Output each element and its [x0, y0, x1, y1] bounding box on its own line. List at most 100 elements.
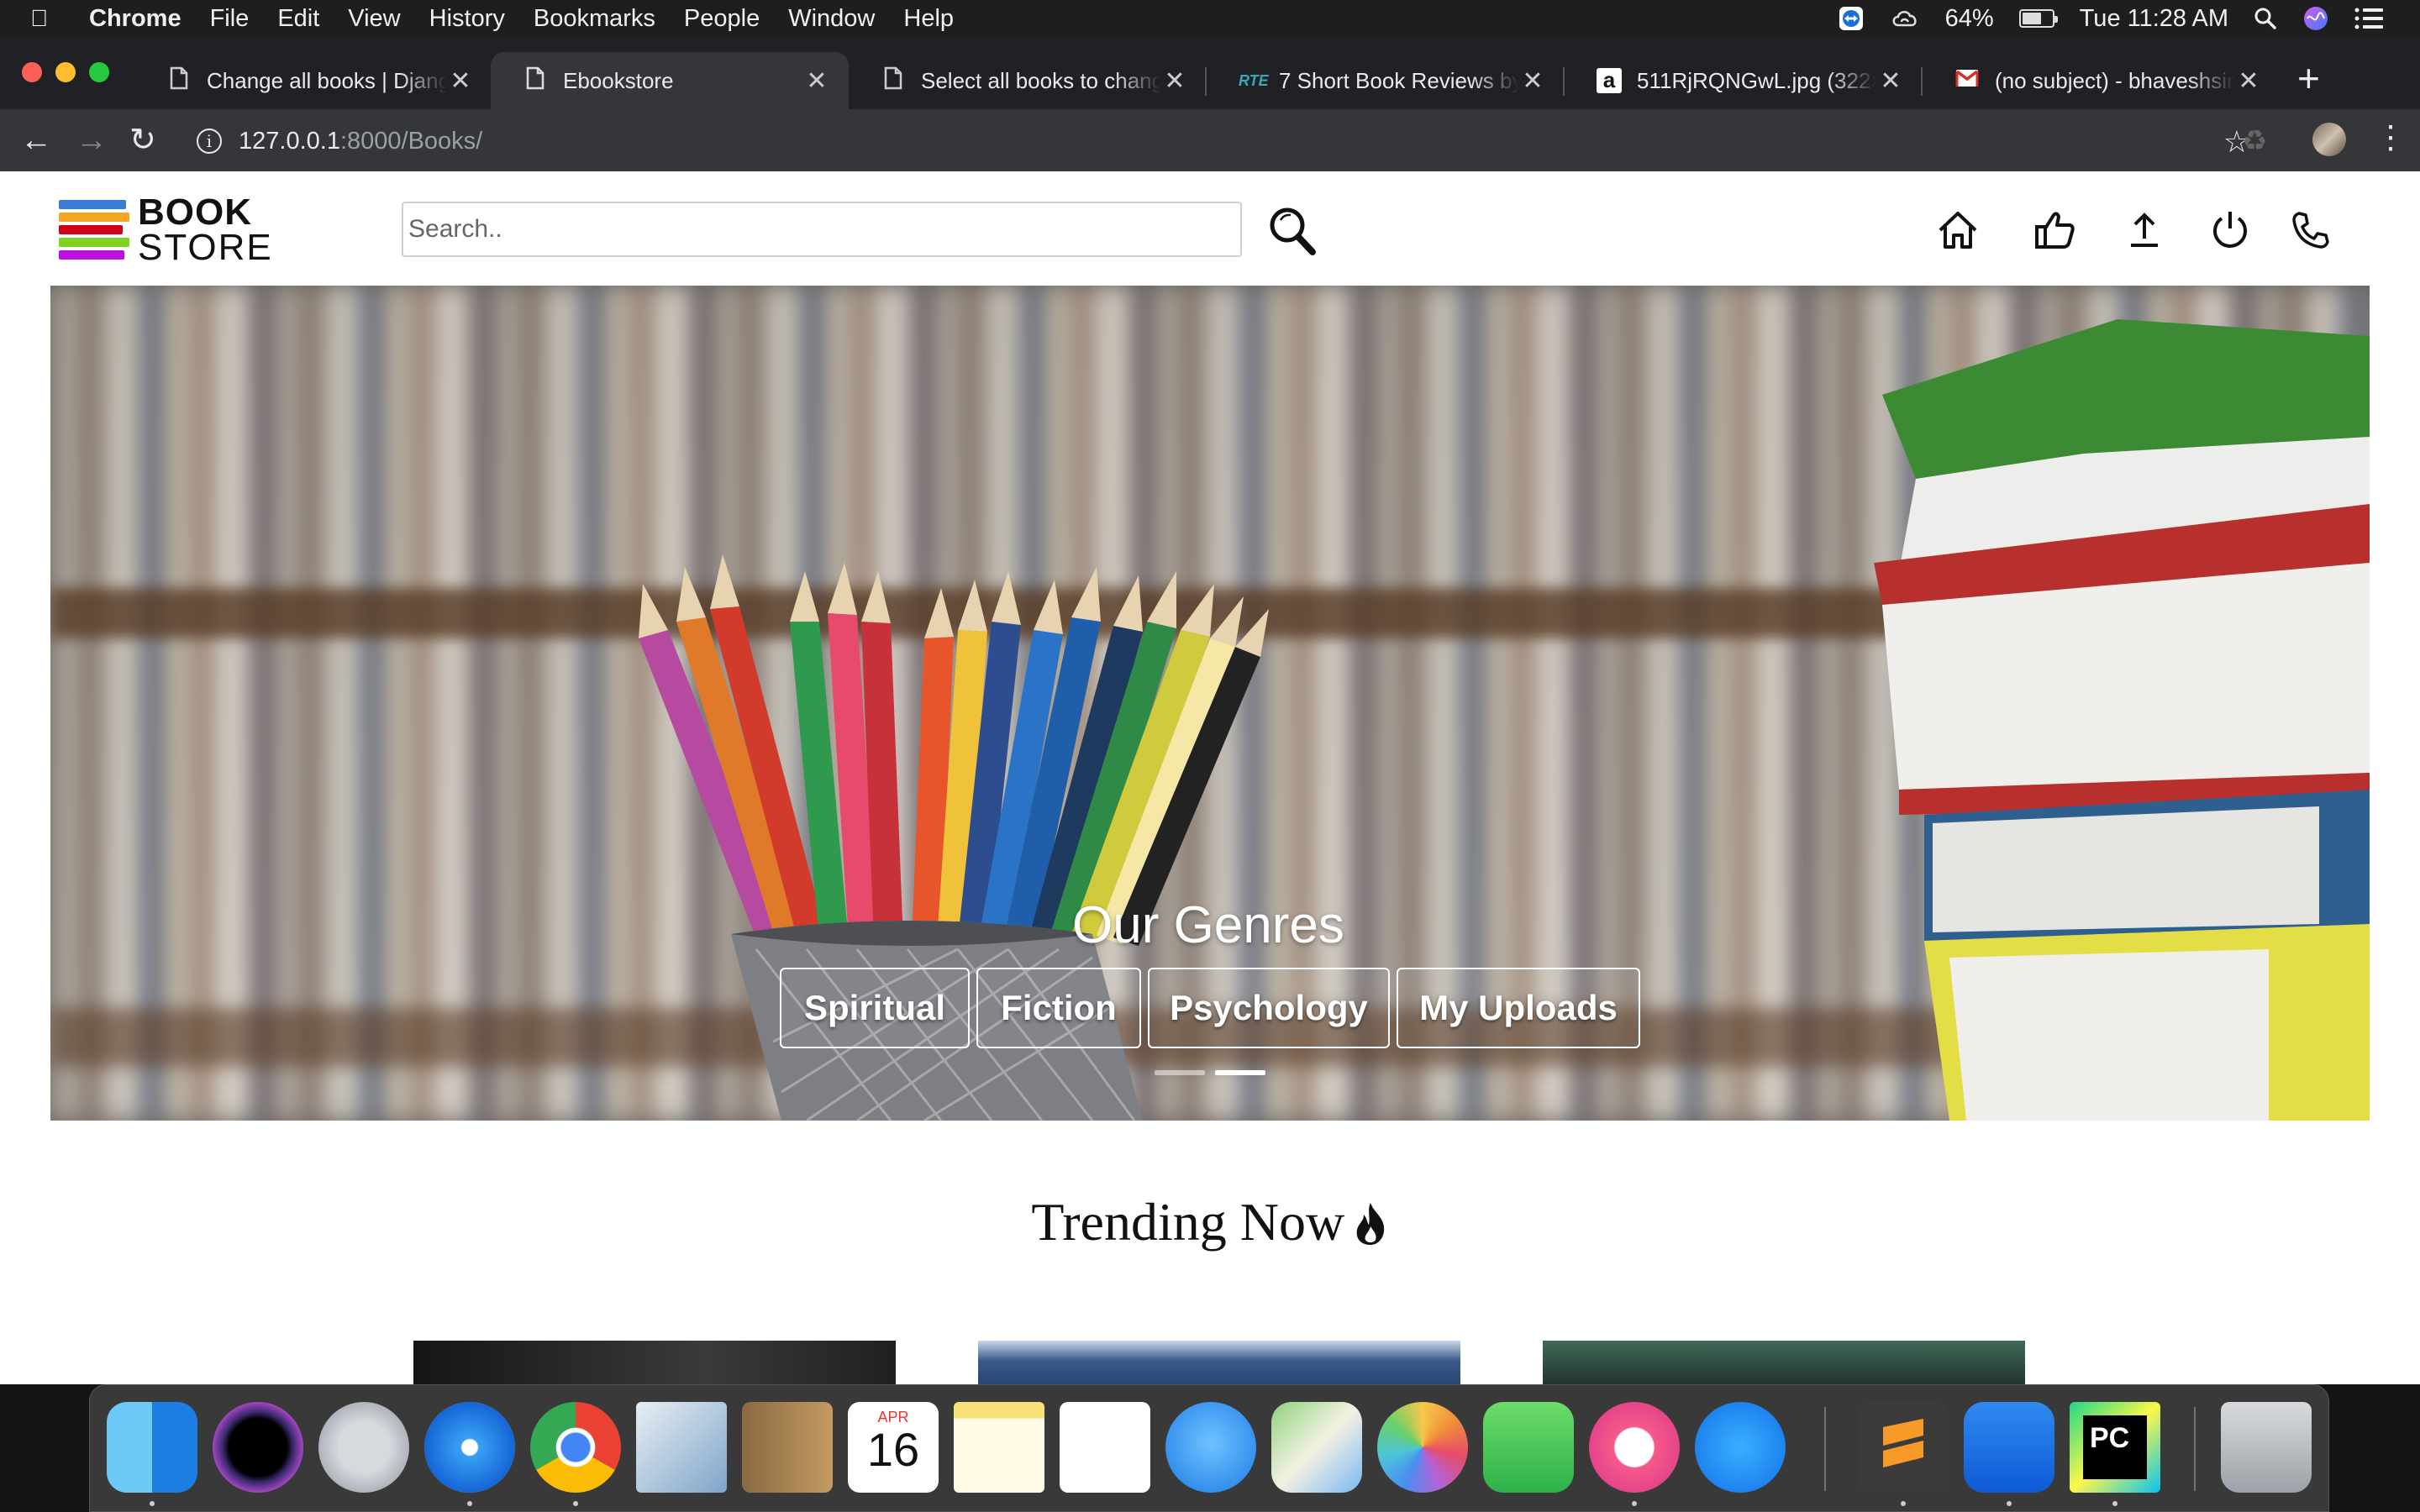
menu-app-name[interactable]: Chrome [89, 5, 182, 33]
book-card-1[interactable] [413, 1341, 896, 1384]
pycharm-icon[interactable]: PC [2070, 1402, 2160, 1493]
chrome-menu-icon[interactable]: ⋮ [2375, 121, 2407, 155]
chrome-tab-strip: Change all books | Django ✕ Ebookstore ✕… [0, 37, 2420, 109]
tab-gmail[interactable]: (no subject) - bhaveshsing ✕ [1923, 52, 2281, 109]
site-nav-icons [1933, 208, 2336, 259]
trending-section: Trending Now [0, 1191, 2420, 1253]
forward-arrow-icon[interactable]: → [76, 124, 108, 156]
launchpad-icon[interactable] [318, 1402, 409, 1493]
menu-clock[interactable]: Tue 11:28 AM [2080, 5, 2228, 33]
close-tab-icon[interactable]: ✕ [2235, 66, 2262, 96]
back-arrow-icon[interactable]: ← [20, 124, 52, 156]
dock-separator [2194, 1407, 2196, 1491]
tab-amazon-image[interactable]: a 511RjRQNGwL.jpg (322×5 ✕ [1565, 52, 1923, 109]
reminders-icon[interactable] [1060, 1402, 1150, 1493]
logo-stripes-icon [59, 200, 129, 262]
minimize-window-button[interactable] [55, 62, 76, 82]
carousel-indicator-1[interactable] [1155, 1070, 1205, 1075]
upload-icon[interactable] [2123, 208, 2166, 252]
hero-carousel[interactable]: Our Genres Spiritual Fiction Psychology … [50, 286, 2370, 1121]
book-card-3[interactable] [1543, 1341, 2025, 1384]
profile-avatar[interactable] [2312, 123, 2346, 156]
close-tab-icon[interactable]: ✕ [1519, 66, 1546, 96]
notification-center-icon[interactable] [2354, 8, 2383, 29]
phone-icon[interactable] [2289, 208, 2333, 252]
calendar-icon[interactable]: APR 16 [848, 1402, 939, 1493]
tab-title: 511RjRQNGwL.jpg (322×5 [1637, 67, 1877, 93]
menu-people[interactable]: People [684, 5, 760, 33]
tab-rte-book-reviews[interactable]: RTE 7 Short Book Reviews by F ✕ [1207, 52, 1565, 109]
tab-title: 7 Short Book Reviews by F [1279, 67, 1519, 93]
search-icon[interactable] [1267, 203, 1318, 257]
menu-edit[interactable]: Edit [277, 5, 319, 33]
macos-dock: APR 16 PC [89, 1384, 2329, 1512]
menu-file[interactable]: File [210, 5, 250, 33]
photos-icon[interactable] [1377, 1402, 1468, 1493]
page-icon [523, 66, 548, 96]
carousel-caption-title: Our Genres [1072, 896, 1344, 954]
chrome-icon[interactable] [530, 1402, 621, 1493]
spotlight-icon[interactable] [2254, 7, 2277, 30]
gmail-favicon [1954, 69, 1980, 93]
genre-buttons: Spiritual Fiction Psychology My Uploads [780, 968, 1640, 1048]
genre-button-psychology[interactable]: Psychology [1148, 968, 1390, 1048]
chrome-toolbar: ← → ↻ i 127.0.0.1:8000/Books/ ☆ ♻ ⋮ [0, 109, 2420, 171]
zoom-window-button[interactable] [89, 62, 109, 82]
siri-menu-icon[interactable] [2302, 5, 2329, 32]
like-icon[interactable] [2033, 208, 2077, 252]
new-tab-button[interactable]: + [2297, 59, 2320, 97]
close-window-button[interactable] [22, 62, 42, 82]
carousel-indicator-2[interactable] [1215, 1070, 1265, 1075]
menu-view[interactable]: View [348, 5, 400, 33]
site-info-icon[interactable]: i [197, 129, 222, 154]
url-text[interactable]: 127.0.0.1:8000/Books/ [239, 128, 482, 155]
genre-button-spiritual[interactable]: Spiritual [780, 968, 970, 1048]
app-store-icon[interactable] [1695, 1402, 1786, 1493]
tab-title: (no subject) - bhaveshsing [1995, 67, 2235, 93]
siri-icon[interactable] [213, 1402, 303, 1493]
close-tab-icon[interactable]: ✕ [1877, 66, 1904, 96]
notes-icon[interactable] [954, 1402, 1044, 1493]
creative-cloud-icon[interactable] [1890, 7, 1920, 30]
book-card-2[interactable] [978, 1341, 1460, 1384]
running-dot [1632, 1501, 1637, 1506]
teamviewer-icon[interactable] [1964, 1402, 2054, 1493]
address-bar[interactable]: i 127.0.0.1:8000/Books/ ☆ [183, 118, 2264, 165]
genre-button-my-uploads[interactable]: My Uploads [1397, 968, 1640, 1048]
pycharm-label: PC [2083, 1415, 2147, 1479]
home-icon[interactable] [1936, 208, 1980, 252]
menu-history[interactable]: History [429, 5, 505, 33]
trash-icon[interactable] [2221, 1402, 2312, 1493]
teamviewer-status-icon[interactable] [1838, 5, 1865, 32]
maps-icon[interactable] [1271, 1402, 1362, 1493]
safari-icon[interactable] [424, 1402, 515, 1493]
tab-title: Ebookstore [563, 67, 674, 93]
finder-icon[interactable] [107, 1402, 197, 1493]
reload-icon[interactable]: ↻ [129, 124, 156, 156]
genre-button-fiction[interactable]: Fiction [976, 968, 1141, 1048]
apple-icon[interactable]:  [30, 5, 64, 32]
tab-title: Change all books | Django [207, 67, 447, 93]
battery-percent: 64% [1944, 4, 1994, 32]
sublime-text-icon[interactable] [1858, 1402, 1949, 1493]
search-input[interactable] [402, 202, 1242, 257]
bookstore-logo[interactable]: BOOK STORE [59, 194, 271, 266]
facetime-icon[interactable] [1483, 1402, 1574, 1493]
tab-select-books[interactable]: Select all books to change ✕ [849, 52, 1207, 109]
menu-bookmarks[interactable]: Bookmarks [534, 5, 655, 33]
menu-help[interactable]: Help [903, 5, 954, 33]
messages-icon[interactable] [1165, 1402, 1256, 1493]
close-tab-icon[interactable]: ✕ [803, 66, 830, 96]
power-icon[interactable] [2208, 208, 2252, 252]
menu-window[interactable]: Window [788, 5, 875, 33]
tab-django-change-books[interactable]: Change all books | Django ✕ [134, 52, 492, 109]
amazon-favicon: a [1597, 68, 1622, 93]
tab-ebookstore[interactable]: Ebookstore ✕ [491, 52, 849, 109]
itunes-icon[interactable] [1589, 1402, 1680, 1493]
mail-icon[interactable] [636, 1402, 727, 1493]
contacts-icon[interactable] [742, 1402, 833, 1493]
extension-icon[interactable]: ♻ [2242, 124, 2267, 158]
close-tab-icon[interactable]: ✕ [447, 66, 474, 96]
close-tab-icon[interactable]: ✕ [1161, 66, 1188, 96]
battery-icon[interactable] [2018, 9, 2058, 28]
